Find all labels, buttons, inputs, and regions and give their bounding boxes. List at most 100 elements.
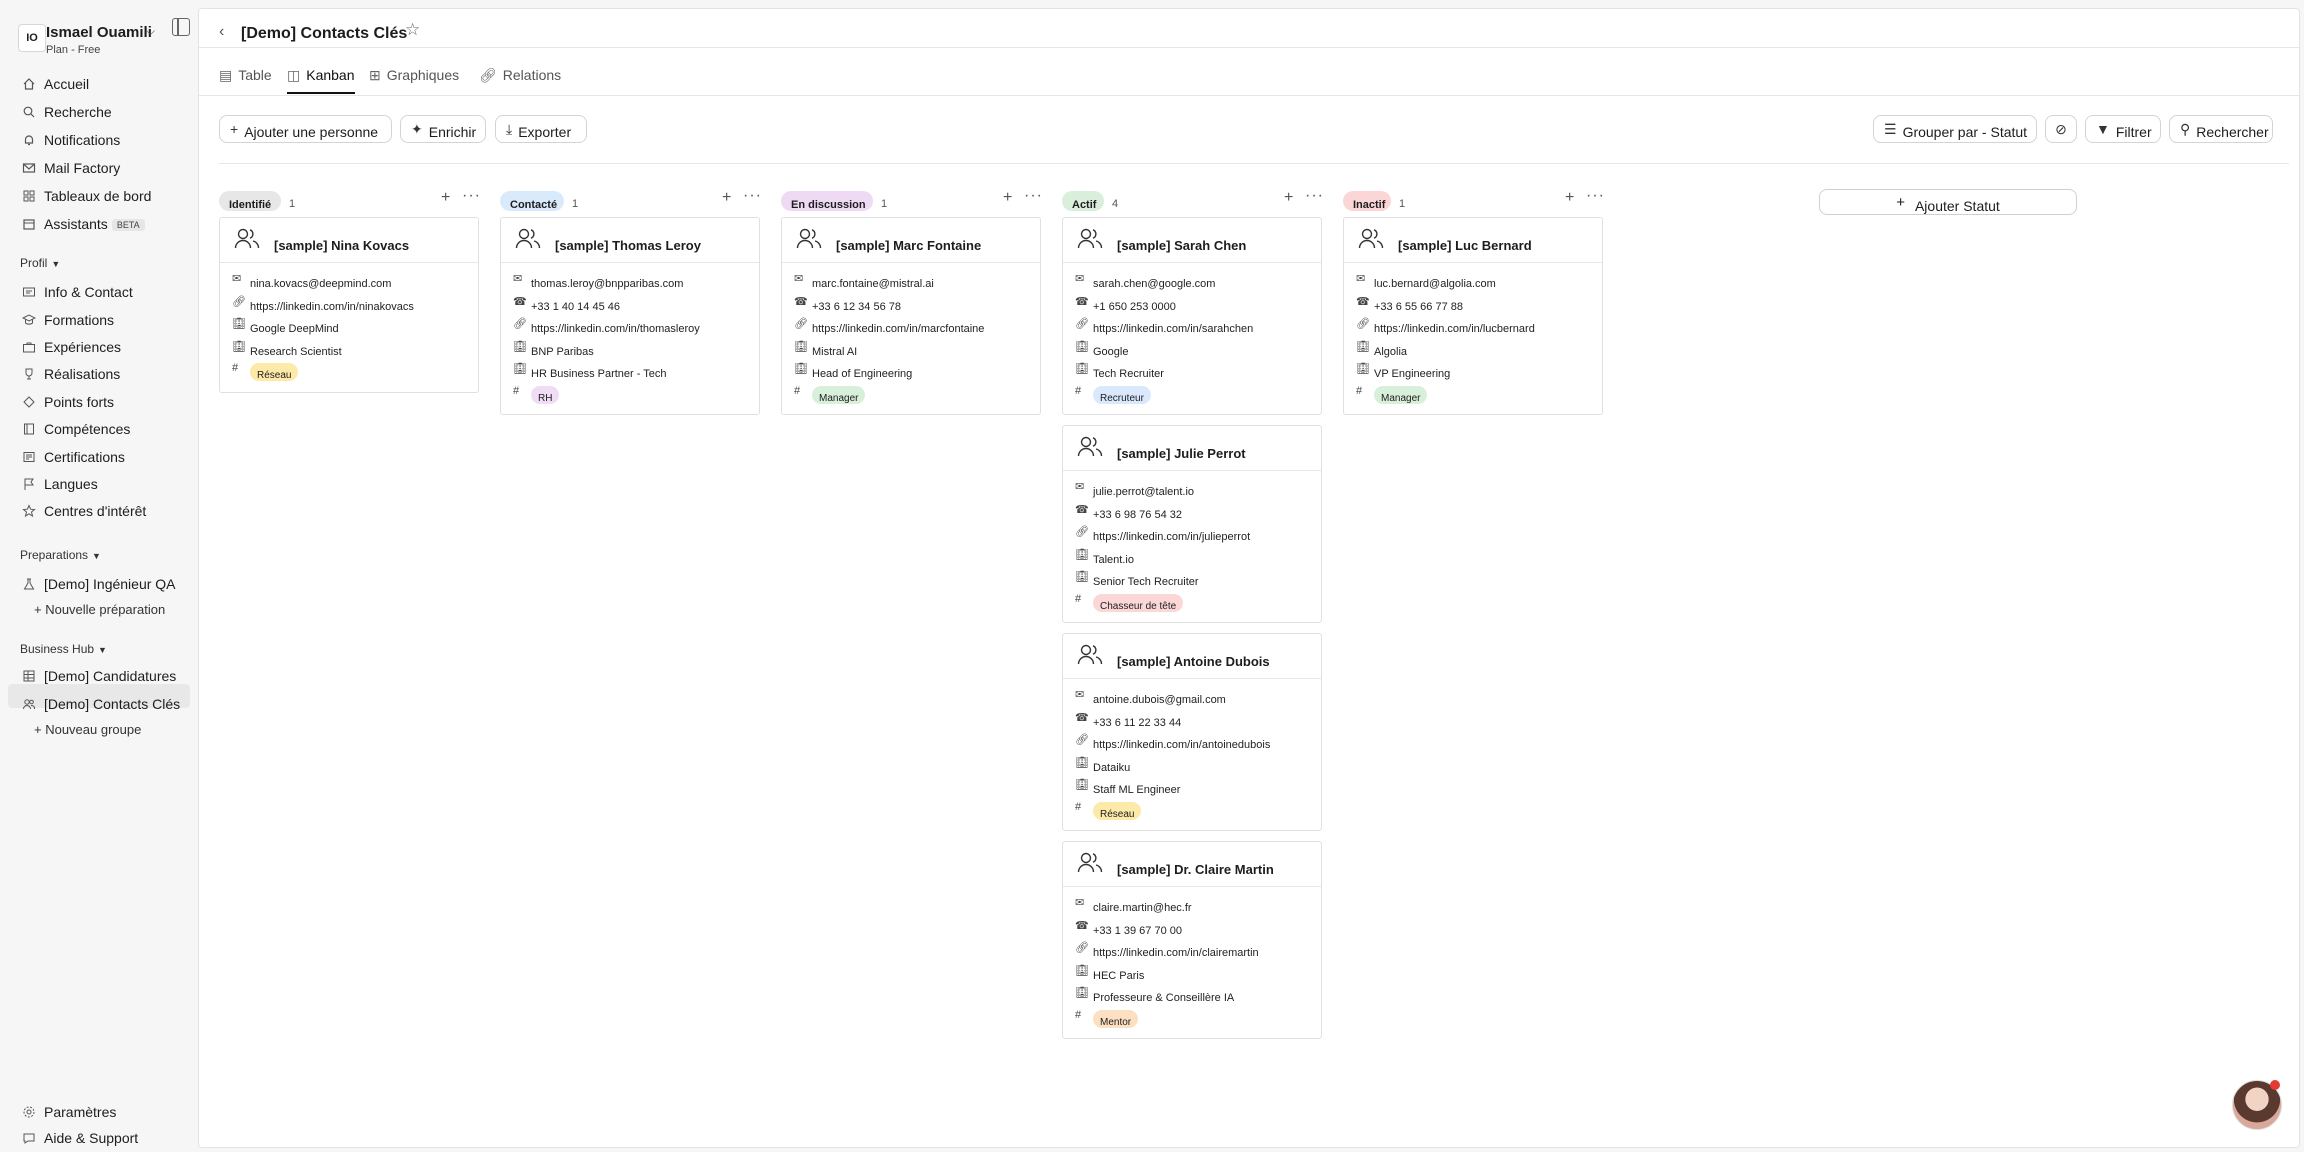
sidebar-item-tableaux-de-bord[interactable]: Tableaux de bord (22, 188, 151, 204)
table-icon (23, 670, 35, 682)
hash-icon: # (1075, 592, 1082, 605)
add-card-plus-icon[interactable]: + (1284, 189, 1293, 207)
sidebar-item-assistants[interactable]: Assistants BETA (22, 216, 145, 232)
sidebar-item-demo-ingenieur-qa[interactable]: [Demo] Ingénieur QA (22, 576, 176, 592)
chevron-down-icon[interactable]: ⌵ (146, 24, 155, 39)
phone-icon: ☎ (1075, 919, 1089, 932)
sidebar-item-langues[interactable]: Langues (22, 476, 98, 492)
contact-card[interactable]: [sample] Sarah Chen ✉ sarah.chen@google.co… (1062, 217, 1322, 415)
contact-card[interactable]: [sample] Antoine Dubois ✉ antoine.dubois@g… (1062, 633, 1322, 831)
sidebar-item-centres-interet[interactable]: Centres d'intérêt (22, 503, 146, 519)
sidebar-item-competences[interactable]: Compétences (22, 421, 130, 437)
contact-linkedin-row: 🔗︎ https://linkedin.com/in/ninakovacs (232, 295, 472, 315)
sidebar-item-certifications[interactable]: Certifications (22, 449, 125, 465)
sidebar-item-formations[interactable]: Formations (22, 312, 114, 328)
column-count: 4 (1112, 198, 1119, 210)
contact-phone-row: ☎ +1 650 253 0000 (1075, 295, 1315, 315)
contact-email-row: ✉ julie.perrot@talent.io (1075, 480, 1315, 500)
sidebar-item-parametres[interactable]: Paramètres (22, 1104, 116, 1120)
search-button[interactable]: ⚲ Rechercher (2169, 115, 2273, 143)
contact-email: antoine.dubois@gmail.com (1093, 694, 1226, 706)
status-pill[interactable]: En discussion (781, 191, 873, 211)
title-icon: 🏢︎ (513, 363, 527, 375)
column-count: 1 (1399, 198, 1406, 210)
more-options-icon[interactable]: ··· (1024, 187, 1043, 205)
sidebar-item-info-contact[interactable]: Info & Contact (22, 284, 133, 300)
contact-company-row: 🏢︎ Google DeepMind (232, 317, 472, 337)
hide-fields-button[interactable]: ⊘ (2045, 115, 2077, 143)
contact-company: Algolia (1374, 345, 1408, 358)
user-switcher[interactable]: IO Ismael Ouamili Plan - Free ⌵ (18, 20, 198, 60)
more-options-icon[interactable]: ··· (1586, 187, 1605, 205)
contact-card[interactable]: [sample] Nina Kovacs ✉ nina.kovacs@deepmin… (219, 217, 479, 393)
section-preparations[interactable]: Preparations ▼ (20, 548, 101, 562)
add-status-button[interactable]: + Ajouter Statut (1819, 189, 2077, 215)
contact-tag: Chasseur de tête (1093, 593, 1184, 612)
sidebar-item-notifications[interactable]: Notifications (22, 132, 120, 148)
hash-icon: # (1075, 1008, 1082, 1021)
sidebar-item-aide-support[interactable]: Aide & Support (22, 1130, 138, 1146)
filter-icon: ▼ (2096, 121, 2110, 137)
user-plan: Plan - Free (46, 44, 101, 56)
tab-relations[interactable]: 🔗︎ Relations (479, 67, 561, 84)
favorite-star-icon[interactable]: ☆ (405, 20, 420, 40)
company-icon: 🏢︎ (232, 318, 246, 330)
sidebar-item-demo-contacts-cles[interactable]: [Demo] Contacts Clés (22, 696, 180, 712)
id-card-icon (23, 287, 35, 297)
contact-company-row: 🏢︎ Algolia (1356, 340, 1596, 360)
new-preparation-link[interactable]: + Nouvelle préparation (34, 602, 165, 617)
contact-tag: Mentor (1093, 1009, 1139, 1028)
sidebar-item-accueil[interactable]: Accueil (22, 76, 89, 92)
linkedin-icon: 🔗︎ (1075, 526, 1089, 538)
more-options-icon[interactable]: ··· (462, 187, 481, 205)
export-button[interactable]: ⤓ Exporter (495, 115, 587, 143)
group-by-button[interactable]: ☰ Grouper par - Statut (1873, 115, 2037, 143)
contact-name: [sample] Thomas Leroy (555, 238, 701, 253)
more-options-icon[interactable]: ··· (1305, 187, 1324, 205)
kanban-icon: ◫ (287, 67, 301, 83)
tab-table[interactable]: ▤ Table (219, 67, 272, 84)
tab-graphiques[interactable]: ⊞ Graphiques (369, 67, 459, 84)
sidebar-collapse-icon[interactable] (172, 18, 190, 36)
enrich-button[interactable]: ✦ Enrichir (400, 115, 486, 143)
section-profil[interactable]: Profil ▼ (20, 256, 60, 270)
contact-phone-row: ☎ +33 6 55 66 77 88 (1356, 295, 1596, 315)
sidebar-item-mail-factory[interactable]: Mail Factory (22, 160, 120, 176)
status-pill[interactable]: Contacté (500, 191, 564, 211)
add-card-plus-icon[interactable]: + (441, 189, 450, 207)
contact-linkedin: https://linkedin.com/in/lucbernard (1374, 323, 1535, 335)
new-group-link[interactable]: + Nouveau groupe (34, 722, 141, 737)
sidebar-item-points-forts[interactable]: Points forts (22, 394, 114, 410)
contact-card[interactable]: [sample] Dr. Claire Martin ✉ claire.martin… (1062, 841, 1322, 1039)
status-pill[interactable]: Inactif (1343, 191, 1391, 211)
contact-title-row: 🏢︎ Head of Engineering (794, 362, 1034, 382)
contact-name: [sample] Luc Bernard (1398, 238, 1532, 253)
trophy-icon (25, 368, 33, 380)
add-card-plus-icon[interactable]: + (1003, 189, 1012, 207)
users-icon (1358, 228, 1384, 249)
contact-card[interactable]: [sample] Marc Fontaine ✉ marc.fontaine@mis… (781, 217, 1041, 415)
contact-company-row: 🏢︎ Google (1075, 340, 1315, 360)
status-pill[interactable]: Identifié (219, 191, 281, 211)
add-person-button[interactable]: + Ajouter une personne (219, 115, 392, 143)
sidebar-item-experiences[interactable]: Expériences (22, 339, 121, 355)
sidebar-item-recherche[interactable]: Recherche (22, 104, 112, 120)
contact-email: thomas.leroy@bnpparibas.com (531, 278, 684, 290)
sidebar-item-demo-candidatures[interactable]: [Demo] Candidatures (22, 668, 176, 684)
contact-card[interactable]: [sample] Thomas Leroy ✉ thomas.leroy@bnppa… (500, 217, 760, 415)
filter-button[interactable]: ▼ Filtrer (2085, 115, 2161, 143)
more-options-icon[interactable]: ··· (743, 187, 762, 205)
section-business-hub[interactable]: Business Hub ▼ (20, 642, 107, 656)
download-icon: ⤓ (506, 120, 513, 137)
add-card-plus-icon[interactable]: + (722, 189, 731, 207)
status-pill[interactable]: Actif (1062, 191, 1104, 211)
contact-card[interactable]: [sample] Luc Bernard ✉ luc.bernard@algolia… (1343, 217, 1603, 415)
contact-card[interactable]: [sample] Julie Perrot ✉ julie.perrot@talen… (1062, 425, 1322, 623)
add-card-plus-icon[interactable]: + (1565, 189, 1574, 207)
chevron-left-icon[interactable]: ‹ (219, 23, 224, 41)
tab-kanban[interactable]: ◫ Kanban (287, 67, 355, 84)
sidebar-item-realisations[interactable]: Réalisations (22, 366, 120, 382)
contact-email: julie.perrot@talent.io (1093, 486, 1195, 498)
card-header: [sample] Luc Bernard (1344, 218, 1602, 263)
users-icon (1077, 228, 1103, 249)
